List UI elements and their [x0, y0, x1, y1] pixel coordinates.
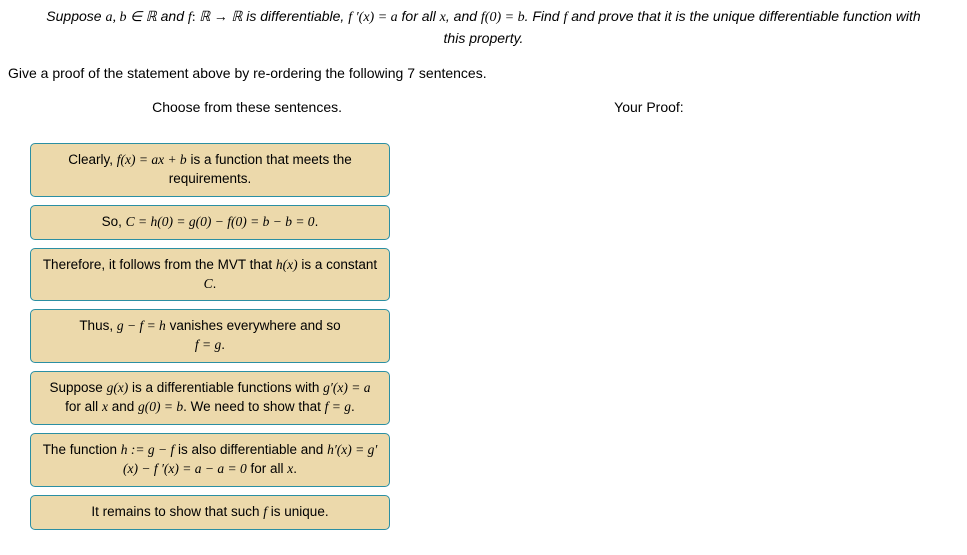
card5-math1: g(x)	[107, 380, 129, 395]
card5-post: .	[351, 399, 355, 414]
card3-pre: Therefore, it follows from the MVT that	[43, 257, 276, 272]
problem-text-pre: Suppose	[46, 8, 105, 24]
sentence-card-3[interactable]: Therefore, it follows from the MVT that …	[30, 248, 390, 302]
card7-post: is unique.	[267, 504, 329, 519]
instruction-text: Give a proof of the statement above by r…	[0, 57, 967, 99]
sentence-card-6[interactable]: The function h := g − f is also differen…	[30, 433, 390, 487]
problem-line2: this property.	[444, 30, 524, 46]
sentence-card-4[interactable]: Thus, g − f = h vanishes everywhere and …	[30, 309, 390, 363]
card2-math: C = h(0) = g(0) − f(0) = b − b = 0	[126, 214, 315, 229]
proof-columns: Choose from these sentences. Clearly, f(…	[0, 99, 967, 538]
card5-mid4: . We need to show that	[183, 399, 325, 414]
card5-mid2: for all	[65, 399, 102, 414]
card6-math1: h := g − f	[121, 442, 174, 457]
card6-post: .	[293, 461, 297, 476]
card1-post: is a function that meets the requirement…	[169, 152, 352, 186]
card5-pre: Suppose	[50, 380, 107, 395]
sentence-card-1[interactable]: Clearly, f(x) = ax + b is a function tha…	[30, 143, 390, 197]
card3-post: .	[213, 276, 217, 291]
text-and: and	[157, 8, 188, 24]
math-RR: ℝ → ℝ	[199, 10, 242, 25]
sentence-card-5[interactable]: Suppose g(x) is a differentiable functio…	[30, 371, 390, 425]
math-f0: f(0) = b	[481, 10, 525, 25]
card4-mid: vanishes everywhere and so	[166, 318, 341, 333]
proof-header: Your Proof:	[504, 99, 967, 115]
sentence-card-2[interactable]: So, C = h(0) = g(0) − f(0) = b − b = 0.	[30, 205, 390, 240]
card3-mid: is a constant	[298, 257, 378, 272]
card5-math5: f = g	[325, 399, 351, 414]
card4-math2: f = g	[195, 337, 221, 352]
sentence-card-7[interactable]: It remains to show that such f is unique…	[30, 495, 390, 530]
card5-mid3: and	[108, 399, 138, 414]
card1-math: f(x) = ax + b	[117, 152, 187, 167]
proof-column[interactable]: Your Proof:	[464, 99, 967, 538]
card7-pre: It remains to show that such	[91, 504, 263, 519]
source-header: Choose from these sentences.	[30, 99, 464, 115]
card6-mid1: is also differentiable and	[174, 442, 327, 457]
text-find: . Find	[525, 8, 564, 24]
card5-math4: g(0) = b	[138, 399, 183, 414]
card4-math1: g − f = h	[117, 318, 166, 333]
math-ab: a, b ∈	[105, 10, 145, 25]
text-rest: and prove that it is the unique differen…	[567, 8, 920, 24]
card6-mid2: for all	[247, 461, 288, 476]
text-forall: for all	[398, 8, 440, 24]
card3-math1: h(x)	[276, 257, 298, 272]
card5-math2: g′(x) = a	[323, 380, 370, 395]
text-diff: is differentiable,	[242, 8, 348, 24]
card2-post: .	[315, 214, 319, 229]
math-R: ℝ	[146, 10, 157, 25]
card5-mid1: is a differentiable functions with	[128, 380, 323, 395]
text-andf0: , and	[446, 8, 481, 24]
problem-statement: Suppose a, b ∈ ℝ and f: ℝ → ℝ is differe…	[0, 0, 967, 57]
card4-pre: Thus,	[79, 318, 117, 333]
card1-pre: Clearly,	[68, 152, 117, 167]
source-column: Choose from these sentences. Clearly, f(…	[0, 99, 464, 538]
card4-post: .	[221, 337, 225, 352]
card2-pre: So,	[102, 214, 126, 229]
card6-pre: The function	[43, 442, 121, 457]
math-fprime: f ′(x) = a	[348, 10, 397, 25]
card3-math2: C	[204, 276, 213, 291]
